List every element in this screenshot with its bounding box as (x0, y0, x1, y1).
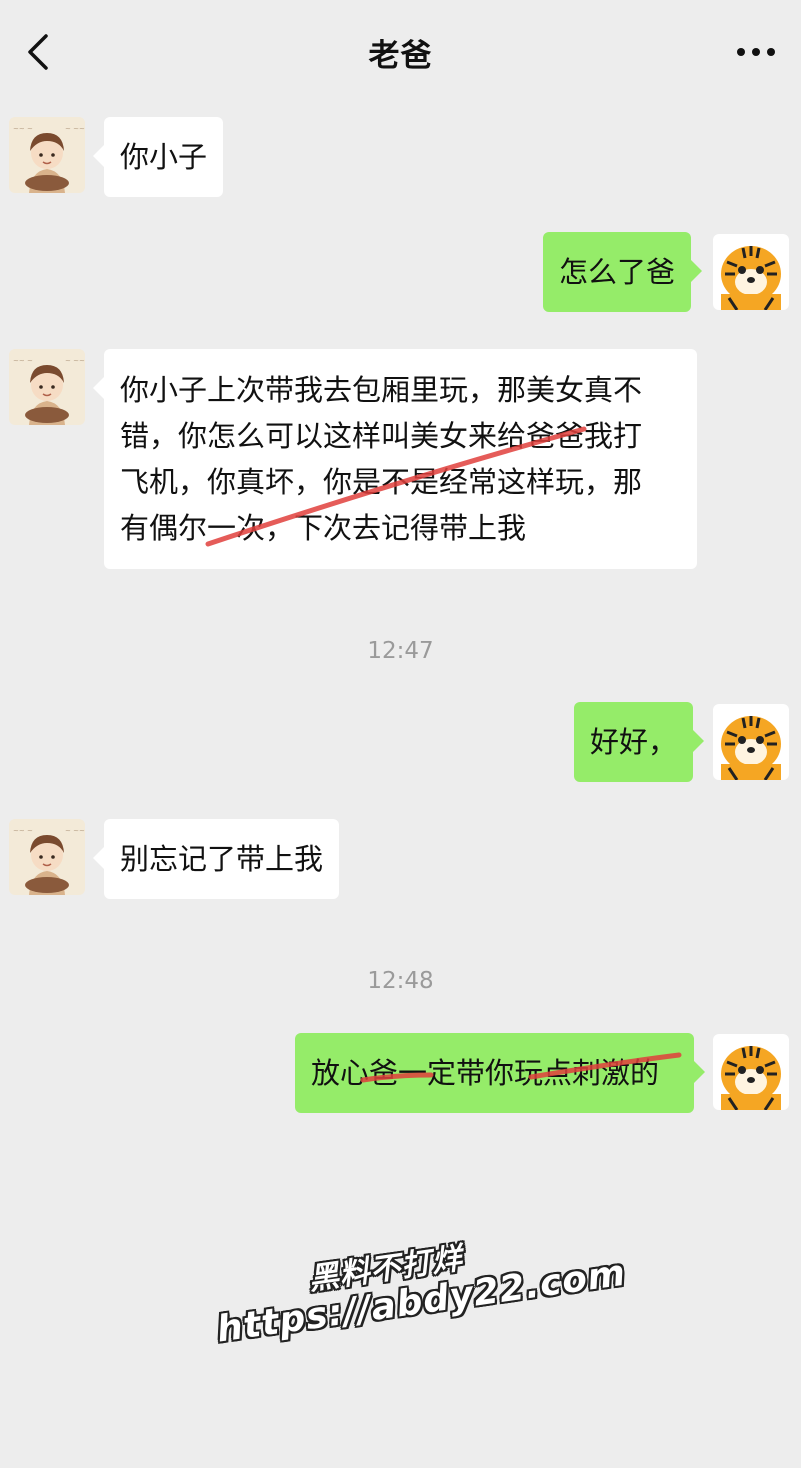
message-bubble-received[interactable]: 你小子上次带我去包厢里玩，那美女真不 错，你怎么可以这样叫美女来给爸爸我打 飞机… (93, 349, 697, 569)
svg-text:~ ~~: ~ ~~ (65, 125, 85, 133)
my-avatar[interactable] (713, 1034, 789, 1110)
message-bubble-received[interactable]: 你小子 (92, 117, 224, 197)
message-text: 放心爸一定带你玩点刺激的 (311, 1056, 660, 1090)
svg-text:~ ~~: ~ ~~ (65, 357, 85, 365)
more-dots-icon (737, 48, 775, 56)
chat-header: 老爸 (0, 0, 801, 104)
svg-text:~ ~~: ~ ~~ (65, 827, 85, 835)
message-bubble-sent[interactable]: 怎么了爸 (543, 232, 703, 312)
svg-text:~~ ~: ~~ ~ (13, 827, 33, 835)
message-bubble-sent[interactable]: 好好， (574, 702, 705, 782)
message-line: 错，你怎么可以这样叫美女来给爸爸我打 (120, 419, 643, 453)
message-line: 有偶尔一次，下次去记得带上我 (120, 511, 527, 545)
watermark: 黑料不打烊 https://abdy22.com (193, 1203, 628, 1387)
message-bubble-received[interactable]: 别忘记了带上我 (92, 819, 340, 899)
dad-avatar[interactable]: ~~ ~ ~ ~~ (9, 819, 85, 895)
chat-title: 老爸 (368, 38, 433, 74)
my-avatar[interactable] (713, 234, 789, 310)
svg-text:~~ ~: ~~ ~ (13, 357, 33, 365)
message-text: 别忘记了带上我 (120, 842, 324, 876)
message-line: 飞机，你真坏，你是不是经常这样玩，那 (120, 465, 643, 499)
message-text: 好好， (590, 725, 678, 759)
my-avatar[interactable] (713, 704, 789, 780)
message-text: 你小子 (120, 140, 208, 174)
more-button[interactable] (733, 34, 779, 70)
message-bubble-sent[interactable]: 放心爸一定带你玩点刺激的 (295, 1033, 705, 1113)
dad-avatar[interactable]: ~~ ~ ~ ~~ (9, 349, 85, 425)
dad-avatar[interactable]: ~~ ~ ~ ~~ (9, 117, 85, 193)
message-text: 怎么了爸 (559, 255, 676, 289)
timestamp: 12:47 (367, 638, 434, 664)
svg-text:~~ ~: ~~ ~ (13, 125, 33, 133)
message-line: 你小子上次带我去包厢里玩，那美女真不 (120, 373, 643, 407)
timestamp: 12:48 (367, 968, 434, 994)
